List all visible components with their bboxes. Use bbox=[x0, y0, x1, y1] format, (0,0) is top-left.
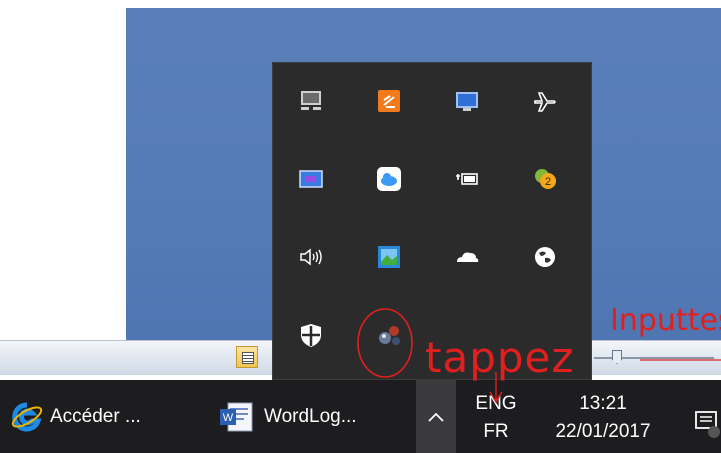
taskbar-ie-label: Accéder ... bbox=[50, 405, 141, 427]
internet-explorer-icon bbox=[11, 401, 43, 431]
molecule-app-icon[interactable] bbox=[369, 315, 409, 355]
keyboard-layout: FR bbox=[483, 421, 509, 442]
zoom-slider[interactable] bbox=[594, 348, 714, 368]
airplane-icon[interactable] bbox=[525, 81, 565, 121]
svg-text:W: W bbox=[223, 412, 234, 424]
chevron-up-icon bbox=[428, 412, 444, 422]
taskbar-word-label: WordLog... bbox=[264, 405, 357, 427]
badge-app-icon[interactable]: 2 bbox=[525, 159, 565, 199]
view-toggle-button[interactable] bbox=[236, 346, 258, 368]
notification-area-overflow: 2 bbox=[272, 62, 592, 380]
clock-date: 22/01/2017 bbox=[555, 421, 651, 442]
defender-shield-icon[interactable] bbox=[291, 315, 331, 355]
taskbar-word-button[interactable]: W WordLog... bbox=[218, 380, 357, 453]
volume-icon[interactable] bbox=[291, 237, 331, 277]
icloud-icon[interactable] bbox=[369, 159, 409, 199]
earth-icon[interactable] bbox=[525, 237, 565, 277]
battery-icon[interactable] bbox=[447, 159, 487, 199]
monitor-icon[interactable] bbox=[291, 159, 331, 199]
clock[interactable]: 13:21 22/01/2017 bbox=[538, 390, 668, 446]
language-code: ENG bbox=[475, 393, 517, 414]
action-center-button[interactable] bbox=[694, 408, 721, 438]
display-icon[interactable] bbox=[447, 81, 487, 121]
taskbar-ie-button[interactable]: Accéder ... bbox=[10, 380, 141, 453]
svg-text:2: 2 bbox=[545, 176, 551, 188]
dropbox-icon[interactable] bbox=[369, 81, 409, 121]
wordlog-icon: W bbox=[220, 402, 253, 431]
onedrive-icon[interactable] bbox=[447, 237, 487, 277]
document-icon bbox=[242, 352, 254, 364]
zoom-slider-thumb[interactable] bbox=[612, 350, 622, 364]
action-center-icon bbox=[695, 411, 720, 438]
show-hidden-icons-button[interactable] bbox=[416, 380, 456, 453]
clock-time: 13:21 bbox=[579, 393, 627, 414]
input-language-indicator[interactable]: ENG FR bbox=[466, 390, 526, 446]
network-icon[interactable] bbox=[291, 81, 331, 121]
photo-app-icon[interactable] bbox=[369, 237, 409, 277]
